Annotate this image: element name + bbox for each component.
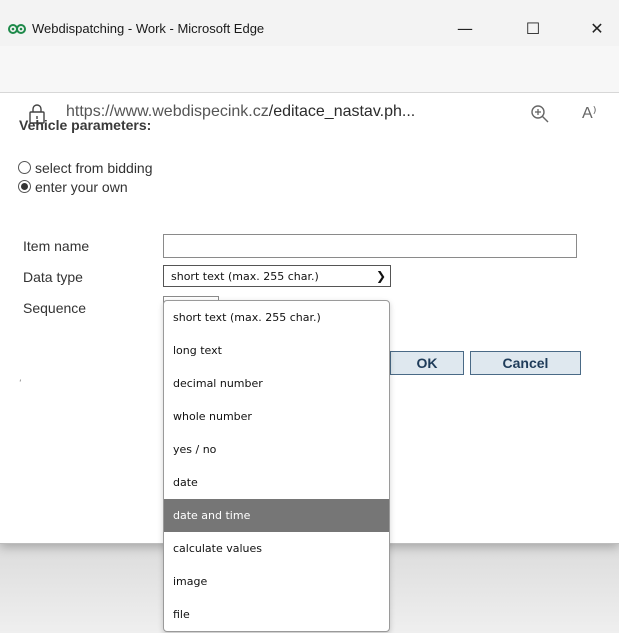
radio-label: enter your own [35,179,128,195]
radio-button[interactable] [18,161,31,174]
dropdown-option[interactable]: short text (max. 255 char.) [164,301,389,334]
radio-button-checked[interactable] [18,180,31,193]
address-bar[interactable]: https://www.webdispecink.cz/editace_nast… [0,46,619,124]
radio-select-from-bidding[interactable]: select from bidding [18,160,153,176]
title-bar: Webdispatching - Work - Microsoft Edge —… [0,0,619,46]
section-title: Vehicle parameters: [19,117,152,133]
radio-label: select from bidding [35,160,153,176]
dropdown-option[interactable]: date [164,466,389,499]
dropdown-option[interactable]: file [164,598,389,631]
sequence-label: Sequence [23,300,87,316]
ok-button[interactable]: OK [390,351,464,375]
small-mark: ʻ [19,379,22,389]
dropdown-option[interactable]: date and time [164,499,389,532]
window-title: Webdispatching - Work - Microsoft Edge [32,21,265,36]
radio-enter-your-own[interactable]: enter your own [18,179,128,195]
item-name-label: Item name [23,238,90,254]
dropdown-option[interactable]: calculate values [164,532,389,565]
dropdown-option[interactable]: whole number [164,400,389,433]
dropdown-option[interactable]: image [164,565,389,598]
data-type-selected-value: short text (max. 255 char.) [171,270,319,283]
webdispatching-app-icon [8,24,26,34]
close-button[interactable]: ✕ [582,16,612,42]
maximize-button[interactable]: ☐ [518,16,548,42]
data-type-label: Data type [23,269,83,285]
dropdown-option[interactable]: long text [164,334,389,367]
data-type-dropdown-list[interactable]: short text (max. 255 char.) long text deci… [163,300,390,632]
data-type-select[interactable]: short text (max. 255 char.) ❯ [163,265,391,287]
dropdown-option[interactable]: decimal number [164,367,389,400]
chevron-down-icon: ❯ [375,269,386,283]
item-name-input[interactable] [163,234,577,258]
cancel-button[interactable]: Cancel [470,351,581,375]
minimize-button[interactable]: — [450,16,480,42]
dropdown-option[interactable]: yes / no [164,433,389,466]
